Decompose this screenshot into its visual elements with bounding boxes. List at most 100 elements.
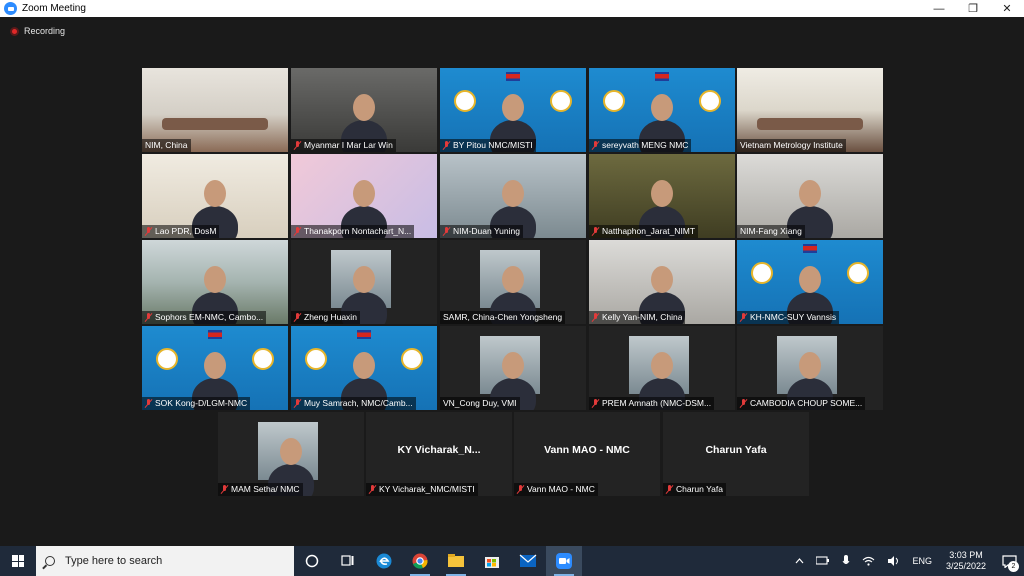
- taskbar-search-input[interactable]: [65, 555, 265, 567]
- participant-tile[interactable]: KY Vicharak_N... KY Vicharak_NMC/MISTI: [366, 412, 512, 496]
- action-center-button[interactable]: 2: [994, 546, 1024, 576]
- participant-tile[interactable]: Lao PDR, DosM: [142, 154, 288, 238]
- network-icon[interactable]: [810, 556, 836, 566]
- participant-tile[interactable]: NIM-Fang Xiang: [737, 154, 883, 238]
- volume-icon[interactable]: [881, 556, 906, 566]
- conference-table: [162, 118, 268, 130]
- participant-tile[interactable]: Vietnam Metrology Institute: [737, 68, 883, 152]
- microphone-muted-icon: [740, 313, 747, 322]
- participant-name: NIM, China: [145, 140, 188, 150]
- nmc-logo-icon: [751, 262, 773, 284]
- participant-name: NIM-Duan Yuning: [453, 226, 520, 236]
- chrome-icon[interactable]: [402, 546, 438, 576]
- cambodia-flag-icon: [357, 330, 371, 339]
- participant-head: [502, 180, 524, 207]
- zoom-taskbar-icon[interactable]: [546, 546, 582, 576]
- participant-head: [799, 180, 821, 207]
- microphone-muted-icon: [294, 141, 301, 150]
- microphone-muted-icon: [145, 399, 152, 408]
- participant-nameplate: NIM, China: [142, 139, 191, 152]
- participant-nameplate: Vietnam Metrology Institute: [737, 139, 846, 152]
- participant-tile[interactable]: KH-NMC-SUY Vannsis: [737, 240, 883, 324]
- minimize-button[interactable]: —: [922, 0, 956, 17]
- microphone-muted-icon: [294, 227, 301, 236]
- participant-name: KY Vicharak_NMC/MISTI: [379, 484, 475, 494]
- participant-tile[interactable]: VN_Cong Duy, VMI: [440, 326, 586, 410]
- participant-head: [353, 180, 375, 207]
- restore-button[interactable]: ❐: [956, 0, 990, 17]
- participant-name: Natthaphon_Jarat_NIMT: [602, 226, 696, 236]
- participant-name: Charun Yafa: [676, 484, 723, 494]
- windows-taskbar: ENG 3:03 PM 3/25/2022 2: [0, 546, 1024, 576]
- microphone-muted-icon: [145, 313, 152, 322]
- participant-tile[interactable]: NIM-Duan Yuning: [440, 154, 586, 238]
- misti-logo-icon: [699, 90, 721, 112]
- participant-name: sereyvath MENG NMC: [602, 140, 689, 150]
- close-button[interactable]: ✕: [990, 0, 1024, 17]
- store-icon[interactable]: [474, 546, 510, 576]
- taskbar-search[interactable]: [36, 546, 294, 576]
- participant-tile[interactable]: Natthaphon_Jarat_NIMT: [589, 154, 735, 238]
- start-button[interactable]: [0, 546, 36, 576]
- file-explorer-icon[interactable]: [438, 546, 474, 576]
- participant-tile[interactable]: Vann MAO - NMC Vann MAO - NMC: [514, 412, 660, 496]
- participant-nameplate: SAMR, China-Chen Yongsheng: [440, 311, 566, 324]
- participant-head: [651, 94, 673, 121]
- participant-name: SOK Kong-D/LGM-NMC: [155, 398, 248, 408]
- cambodia-flag-icon: [803, 244, 817, 253]
- participant-head: [651, 266, 673, 293]
- participant-head: [651, 352, 673, 379]
- nmc-logo-icon: [156, 348, 178, 370]
- participant-name: SAMR, China-Chen Yongsheng: [443, 312, 563, 322]
- participant-nameplate: Charun Yafa: [663, 483, 726, 496]
- microphone-muted-icon: [592, 227, 599, 236]
- microphone-muted-icon: [294, 313, 301, 322]
- participant-tile[interactable]: Myanmar I Mar Lar Win: [291, 68, 437, 152]
- participant-tile[interactable]: Kelly Yan-NIM, China: [589, 240, 735, 324]
- participant-tile[interactable]: CAMBODIA CHOUP SOME...: [737, 326, 883, 410]
- recording-indicator[interactable]: Recording: [10, 26, 65, 36]
- participant-tile[interactable]: NIM, China: [142, 68, 288, 152]
- participant-name: CAMBODIA CHOUP SOME...: [750, 398, 863, 408]
- participant-name: Kelly Yan-NIM, China: [602, 312, 683, 322]
- wifi-icon[interactable]: [856, 556, 881, 566]
- participant-tile[interactable]: MAM Setha/ NMC: [218, 412, 364, 496]
- participant-tile[interactable]: SAMR, China-Chen Yongsheng: [440, 240, 586, 324]
- participant-display-name: Vann MAO - NMC: [544, 444, 630, 456]
- clock-time: 3:03 PM: [949, 550, 983, 560]
- taskbar-clock[interactable]: 3:03 PM 3/25/2022: [938, 550, 994, 572]
- participant-tile[interactable]: Thanakporn Nontachart_N...: [291, 154, 437, 238]
- participant-nameplate: SOK Kong-D/LGM-NMC: [142, 397, 251, 410]
- nmc-logo-icon: [305, 348, 327, 370]
- participant-head: [799, 266, 821, 293]
- participant-head: [502, 94, 524, 121]
- nmc-logo-icon: [603, 90, 625, 112]
- show-hidden-icons-chevron-up-icon[interactable]: [789, 558, 810, 564]
- cortana-icon[interactable]: [294, 546, 330, 576]
- participant-tile[interactable]: SOK Kong-D/LGM-NMC: [142, 326, 288, 410]
- nmc-logo-icon: [454, 90, 476, 112]
- recording-label: Recording: [24, 26, 66, 36]
- participant-nameplate: Sophors EM-NMC, Cambo...: [142, 311, 267, 324]
- participant-tile[interactable]: Zheng Huaxin: [291, 240, 437, 324]
- microphone-muted-icon: [740, 399, 747, 408]
- participant-tile[interactable]: Sophors EM-NMC, Cambo...: [142, 240, 288, 324]
- participant-name: Vietnam Metrology Institute: [740, 140, 843, 150]
- participant-head: [799, 352, 821, 379]
- microphone-muted-icon: [592, 399, 599, 408]
- mail-icon[interactable]: [510, 546, 546, 576]
- participant-tile[interactable]: Muy Samrach, NMC/Camb...: [291, 326, 437, 410]
- participant-name: PREM Amnath (NMC-DSM...: [602, 398, 712, 408]
- input-language[interactable]: ENG: [906, 556, 938, 566]
- participant-tile[interactable]: Charun Yafa Charun Yafa: [663, 412, 809, 496]
- edge-icon[interactable]: [366, 546, 402, 576]
- participant-tile[interactable]: sereyvath MENG NMC: [589, 68, 735, 152]
- microphone-icon[interactable]: [836, 555, 856, 567]
- participant-tile[interactable]: PREM Amnath (NMC-DSM...: [589, 326, 735, 410]
- participant-head: [204, 352, 226, 379]
- microphone-muted-icon: [592, 141, 599, 150]
- window-titlebar: Zoom Meeting — ❐ ✕: [0, 0, 1024, 17]
- misti-logo-icon: [401, 348, 423, 370]
- participant-tile[interactable]: BY Pitou NMC/MISTI: [440, 68, 586, 152]
- task-view-icon[interactable]: [330, 546, 366, 576]
